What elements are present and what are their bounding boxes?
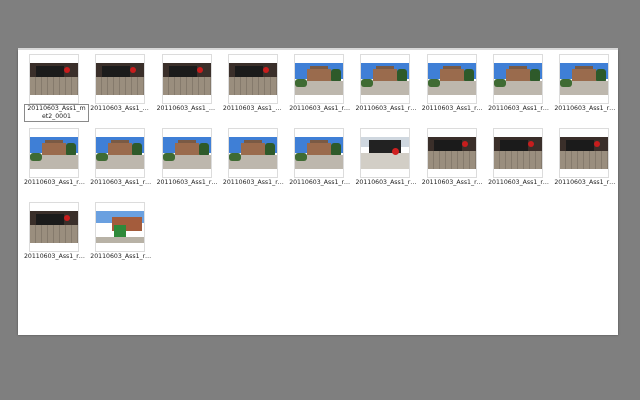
file-thumbnail-item[interactable]: 20110603_Ass1_recy... [353, 128, 419, 202]
file-name-label: 20110603_Ass1_recy... [90, 253, 151, 260]
photo-thumbnail [494, 137, 543, 169]
file-thumbnail-item[interactable]: 20110603_Ass1_recy... [155, 128, 221, 202]
file-name-label: 20110603_Ass1_met2... [222, 105, 284, 112]
file-name-label: 20110603_Ass1_recy... [488, 179, 549, 186]
thumbnail-image-frame [227, 54, 278, 104]
photo-thumbnail [295, 63, 344, 95]
thumbnail-image-frame [493, 54, 544, 104]
thumbnail-image-frame [559, 54, 610, 104]
file-name-label: 20110603_Ass1_recy... [289, 179, 350, 186]
file-name-label: 20110603_Ass1_recy... [554, 179, 615, 186]
file-thumbnail-item[interactable]: 20110603_Ass1_recy... [88, 128, 154, 202]
file-thumbnail-item[interactable]: 20110603_Ass1_recy... [486, 54, 552, 128]
thumbnail-image-frame [493, 128, 544, 178]
thumbnail-image-frame [559, 128, 610, 178]
photo-thumbnail [560, 63, 609, 95]
file-name-label: 20110603_Ass1_recy... [289, 105, 350, 112]
thumbnail-image-frame [95, 54, 146, 104]
photo-thumbnail [228, 137, 277, 169]
photo-thumbnail [361, 63, 410, 95]
file-thumbnail-item[interactable]: 20110603_Ass1_recy... [22, 202, 88, 276]
photo-thumbnail [427, 63, 476, 95]
file-name-label: 20110603_Ass1_recy... [24, 253, 85, 260]
photo-thumbnail [30, 137, 78, 169]
file-thumbnail-item[interactable]: 20110603_Ass1_recy... [221, 128, 287, 202]
file-thumbnail-item[interactable]: 20110603_Ass1_met2... [155, 54, 221, 128]
photo-thumbnail [162, 137, 211, 169]
photo-thumbnail [427, 137, 476, 169]
photo-thumbnail [494, 63, 543, 95]
file-thumbnail-item[interactable]: 20110603_Ass1_recy... [552, 54, 618, 128]
file-thumbnail-item[interactable]: 20110603_Ass1_recy... [287, 128, 353, 202]
file-thumbnail-item[interactable]: 20110603_Ass1_met2_0001 [22, 54, 89, 128]
photo-thumbnail [96, 63, 145, 95]
file-browser-pane: 20110603_Ass1_met2_000120110603_Ass1_met… [18, 50, 618, 335]
file-name-label: 20110603_Ass1_met2... [156, 105, 218, 112]
file-name-label: 20110603_Ass1_recy... [554, 105, 615, 112]
thumbnail-image-frame [29, 202, 79, 252]
file-name-label: 20110603_Ass1_met2... [90, 105, 151, 112]
thumbnail-image-frame [29, 128, 79, 178]
file-thumbnail-item[interactable]: 20110603_Ass1_recy... [287, 54, 353, 128]
thumbnail-image-frame [360, 54, 411, 104]
file-name-label: 20110603_Ass1_recy... [421, 105, 483, 112]
file-thumbnail-item[interactable]: 20110603_Ass1_recy... [486, 128, 552, 202]
thumbnail-image-frame [161, 54, 212, 104]
file-thumbnail-item[interactable]: 20110603_Ass1_recy... [420, 128, 486, 202]
file-thumbnail-item[interactable]: 20110603_Ass1_recy... [353, 54, 419, 128]
photo-thumbnail [30, 211, 78, 243]
thumbnail-image-frame [426, 54, 477, 104]
photo-thumbnail [96, 211, 145, 243]
photo-thumbnail [361, 137, 410, 169]
file-thumbnail-item[interactable]: 20110603_Ass1_recy... [552, 128, 618, 202]
thumbnail-image-frame [360, 128, 411, 178]
file-name-label: 20110603_Ass1_recy... [222, 179, 284, 186]
file-thumbnail-item[interactable]: 20110603_Ass1_met2... [88, 54, 154, 128]
file-name-label: 20110603_Ass1_met2_0001 [24, 104, 89, 122]
photo-thumbnail [560, 137, 609, 169]
thumbnail-image-frame [294, 54, 345, 104]
thumbnail-image-frame [161, 128, 212, 178]
thumbnail-image-frame [95, 128, 146, 178]
thumbnail-image-frame [95, 202, 146, 252]
thumbnail-image-frame [294, 128, 345, 178]
thumbnail-grid: 20110603_Ass1_met2_000120110603_Ass1_met… [22, 54, 618, 334]
file-name-label: 20110603_Ass1_recy... [24, 179, 85, 186]
file-name-label: 20110603_Ass1_recy... [355, 179, 416, 186]
photo-thumbnail [228, 63, 277, 95]
file-thumbnail-item[interactable]: 20110603_Ass1_recy... [88, 202, 154, 276]
thumbnail-image-frame [227, 128, 278, 178]
thumbnail-image-frame [426, 128, 477, 178]
photo-thumbnail [96, 137, 145, 169]
file-name-label: 20110603_Ass1_recy... [421, 179, 483, 186]
file-thumbnail-item[interactable]: 20110603_Ass1_recy... [420, 54, 486, 128]
file-thumbnail-item[interactable]: 20110603_Ass1_met2... [221, 54, 287, 128]
file-name-label: 20110603_Ass1_recy... [90, 179, 151, 186]
photo-thumbnail [162, 63, 211, 95]
file-name-label: 20110603_Ass1_recy... [355, 105, 416, 112]
photo-thumbnail [30, 63, 78, 95]
file-name-label: 20110603_Ass1_recy... [488, 105, 549, 112]
photo-thumbnail [295, 137, 344, 169]
thumbnail-image-frame [29, 54, 79, 104]
file-name-label: 20110603_Ass1_recy... [156, 179, 218, 186]
file-thumbnail-item[interactable]: 20110603_Ass1_recy... [22, 128, 88, 202]
